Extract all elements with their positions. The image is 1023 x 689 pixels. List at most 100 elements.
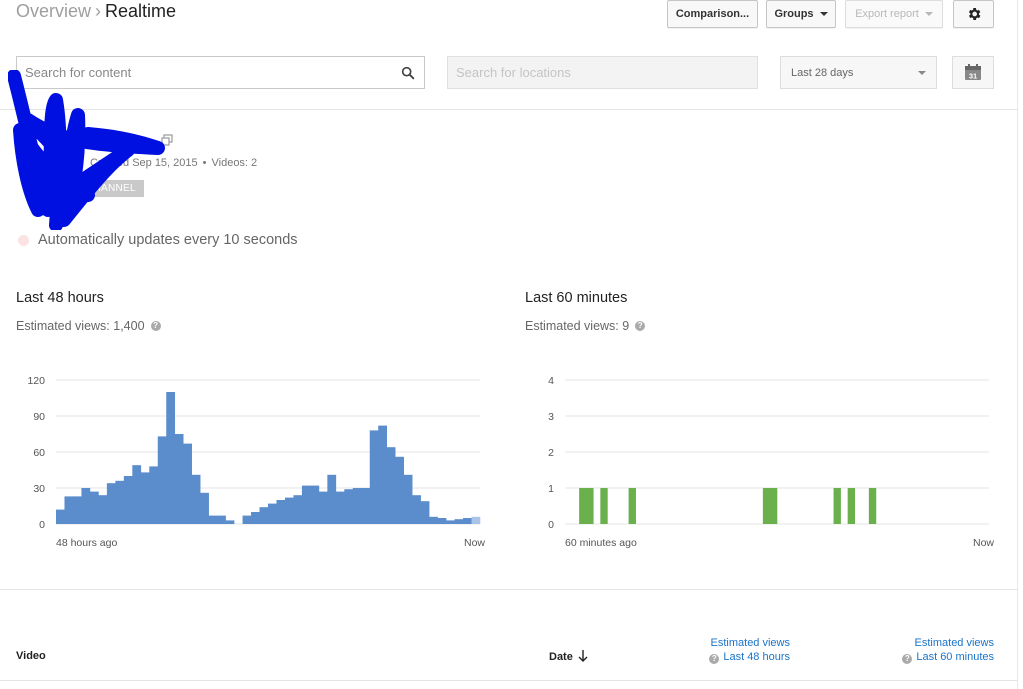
meta-separator: • [202, 157, 207, 169]
chart-48h-ytick-label: 120 [27, 375, 45, 387]
chart-48h-bar [72, 496, 82, 524]
location-search-box [447, 56, 758, 89]
col-views-60m-bottom: Last 60 minutes [916, 651, 994, 663]
groups-button[interactable]: Groups [766, 0, 836, 28]
chart-48h-bar [208, 515, 218, 524]
chart-48h-bar [361, 488, 371, 524]
date-range-select[interactable]: Last 28 days [780, 56, 937, 89]
chart-48h-bar [463, 518, 472, 524]
chart-48h-bar [420, 501, 430, 524]
section-divider [0, 589, 1017, 590]
help-icon[interactable]: ? [150, 321, 161, 331]
search-icon[interactable] [400, 65, 416, 81]
chart-48h-bar [378, 425, 388, 524]
live-indicator-icon [18, 234, 29, 246]
table-header-divider [0, 680, 1017, 681]
panel-60m-title: Last 60 minutes [525, 290, 628, 306]
chart-48h-bar [106, 483, 116, 524]
chart-48h-bar [259, 507, 269, 524]
chart-48h-bar [344, 489, 354, 524]
chevron-down-icon [924, 12, 933, 16]
scrollbar[interactable] [1017, 0, 1023, 689]
col-video-header: Video [16, 650, 46, 662]
redaction-scribble [8, 70, 165, 230]
panel-60m-subtitle: Estimated views: 9? [525, 319, 646, 333]
help-icon[interactable]: ? [709, 654, 720, 664]
help-icon[interactable]: ? [635, 321, 646, 331]
calendar-day: 31 [969, 72, 977, 81]
chart-48h-bar [123, 476, 133, 524]
chart-48h-bar [149, 466, 159, 524]
breadcrumb-overview-link[interactable]: Overview [16, 1, 91, 21]
export-report-label: Export report [855, 8, 919, 20]
chevron-down-icon [819, 12, 828, 16]
chart-48h-bar [140, 472, 150, 524]
chart-48h-bar [369, 430, 379, 524]
chart-48h-bar [352, 488, 362, 524]
chart-60m-bar [579, 488, 587, 524]
auto-update-status: Automatically updates every 10 seconds [18, 232, 298, 248]
chart-48h-bar [454, 519, 464, 524]
col-date-header[interactable]: Date [549, 650, 588, 663]
chart-48h-bar [132, 465, 142, 524]
chart-48h-svg: 120 90 60 30 0 48 hours ago Now [27, 375, 485, 549]
chart-48h: 120 90 60 30 0 48 hours ago Now [16, 370, 491, 560]
chart-48h-bar [276, 500, 286, 524]
channel-video-count: Videos: 2 [211, 157, 258, 169]
chart-48h-bar [403, 474, 413, 524]
col-date-label: Date [549, 651, 573, 663]
chart-48h-bar [412, 495, 421, 524]
chart-60m-bar [868, 488, 877, 524]
chart-48h-bar [284, 497, 294, 524]
arrow-down-icon [578, 650, 588, 662]
chart-60m-ytick-label: 4 [548, 375, 554, 387]
panel-48h-views: Estimated views: 1,400 [16, 319, 145, 333]
chart-60m-bar [847, 488, 856, 524]
chart-48h-xlabel-start: 48 hours ago [56, 537, 117, 549]
chart-60m-ytick-label: 1 [548, 483, 554, 495]
chart-48h-bar [318, 491, 328, 524]
chart-48h-bar [446, 520, 455, 524]
chart-48h-bar [191, 474, 201, 524]
comparison-button[interactable]: Comparison... [667, 0, 758, 28]
table-header: Video Date Estimated views ? Last 48 hour… [0, 630, 1017, 680]
chart-60m: 4 3 2 1 0 60 minutes ago Now [525, 370, 1000, 560]
settings-button[interactable] [953, 0, 994, 28]
gear-icon [968, 8, 980, 20]
chart-48h-ytick-label: 0 [39, 519, 45, 531]
col-views-60m-header[interactable]: Estimated views ? Last 60 minutes [854, 636, 994, 664]
calendar-button[interactable]: 31 [952, 56, 994, 89]
chart-48h-bar [166, 392, 176, 524]
col-views-48h-bottom: Last 48 hours [723, 651, 790, 663]
chart-48h-bar [335, 491, 345, 524]
col-views-60m-top: Estimated views [914, 637, 994, 649]
chart-48h-ytick-label: 90 [33, 411, 45, 423]
breadcrumb: Overview › Realtime [16, 1, 176, 22]
chart-48h-bar [242, 515, 252, 524]
help-icon[interactable]: ? [902, 654, 913, 664]
chart-48h-bar [157, 436, 167, 524]
location-search-input[interactable] [448, 57, 757, 88]
date-range-value: Last 28 days [791, 66, 854, 79]
col-views-48h-header[interactable]: Estimated views ? Last 48 hours [660, 636, 790, 664]
chart-48h-bar [268, 503, 277, 524]
chart-48h-bar [81, 488, 91, 524]
chart-60m-bar [833, 488, 841, 524]
calendar-icon: 31 [965, 64, 981, 81]
breadcrumb-separator: › [95, 1, 102, 21]
chart-60m-ytick-label: 3 [548, 411, 554, 423]
chart-60m-bar [600, 488, 608, 524]
chart-60m-xlabel-start: 60 minutes ago [565, 537, 637, 549]
realtime-page: Overview › Realtime Comparison... Groups E… [0, 0, 1023, 689]
chart-48h-bar [64, 496, 74, 524]
chart-48h-bar [327, 474, 337, 524]
chart-48h-bar [225, 520, 235, 524]
export-report-button[interactable]: Export report [845, 0, 943, 28]
chart-48h-bar [217, 515, 226, 524]
chevron-down-icon [918, 71, 926, 75]
page-title: Realtime [105, 1, 177, 21]
chart-48h-bar [115, 480, 125, 524]
chart-48h-ytick-label: 30 [33, 483, 45, 495]
chart-60m-svg: 4 3 2 1 0 60 minutes ago Now [548, 375, 994, 549]
chart-48h-bar [98, 495, 108, 524]
